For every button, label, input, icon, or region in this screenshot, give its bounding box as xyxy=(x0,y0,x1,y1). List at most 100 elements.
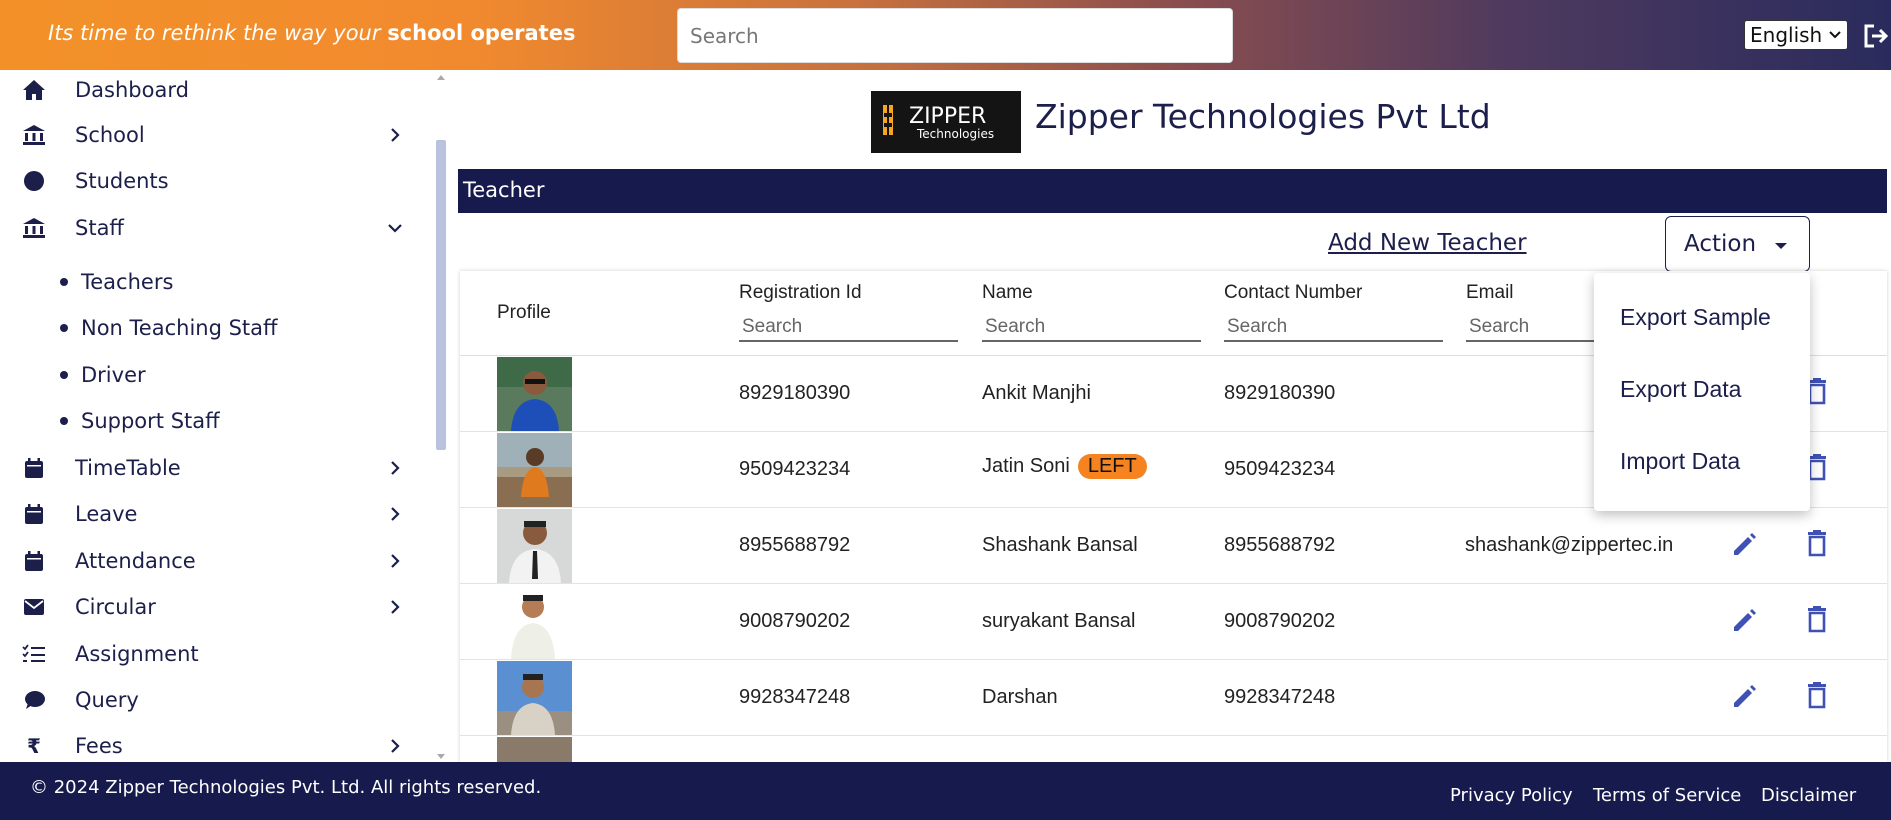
contact-cell: 8955688792 xyxy=(1224,534,1336,556)
sidebar-item-school[interactable]: School xyxy=(0,115,440,155)
sidebar-item-query[interactable]: Query xyxy=(0,680,440,720)
contact-search-input[interactable]: Search xyxy=(1224,310,1443,342)
disclaimer-link[interactable]: Disclaimer xyxy=(1761,785,1856,806)
privacy-policy-link[interactable]: Privacy Policy xyxy=(1450,785,1573,806)
sidebar-item-fees[interactable]: ₹ Fees xyxy=(0,726,440,762)
scrollbar-thumb[interactable] xyxy=(436,140,446,450)
svg-text:ZIPPER: ZIPPER xyxy=(909,104,986,129)
column-header-name: Name xyxy=(982,282,1033,303)
avatar xyxy=(497,585,572,659)
language-value: English xyxy=(1750,23,1823,47)
sidebar-subitem-non-teaching-staff[interactable]: Non Teaching Staff xyxy=(0,308,440,348)
name-cell: suryakant Bansal xyxy=(982,610,1136,632)
table-row[interactable]: 9008790202 suryakant Bansal 9008790202 xyxy=(460,584,1887,660)
calendar-icon xyxy=(22,456,46,480)
status-badge: LEFT xyxy=(1077,454,1147,479)
bank-icon xyxy=(22,123,46,147)
language-select[interactable]: English xyxy=(1744,20,1848,50)
sidebar-item-leave[interactable]: Leave xyxy=(0,494,440,534)
action-button[interactable]: Action xyxy=(1665,216,1810,272)
copyright-text: © 2024 Zipper Technologies Pvt. Ltd. All… xyxy=(30,777,542,798)
sidebar-item-label: Query xyxy=(75,688,139,712)
chevron-down-icon xyxy=(388,224,402,233)
company-title: Zipper Technologies Pvt Ltd xyxy=(1035,97,1491,136)
registration-search-input[interactable]: Search xyxy=(739,310,958,342)
tagline: Its time to rethink the way your school … xyxy=(48,21,576,45)
name-cell: Shashank Bansal xyxy=(982,534,1138,556)
company-logo: ZIPPER Technologies xyxy=(871,91,1021,153)
logout-icon[interactable] xyxy=(1862,22,1890,50)
section-header-bar xyxy=(458,169,1887,213)
add-new-teacher-link[interactable]: Add New Teacher xyxy=(1328,230,1527,256)
column-header-email: Email xyxy=(1466,282,1514,303)
name-cell: Darshan xyxy=(982,686,1058,708)
edit-icon[interactable] xyxy=(1731,608,1757,634)
registration-id-cell: 9509423234 xyxy=(739,458,851,480)
checklist-icon xyxy=(22,642,46,666)
sidebar-item-label: Leave xyxy=(75,502,138,526)
avatar xyxy=(497,357,572,431)
name-cell: Jatin Soni LEFT xyxy=(982,454,1147,479)
sidebar-subitem-driver[interactable]: Driver xyxy=(0,355,440,395)
sidebar-item-circular[interactable]: Circular xyxy=(0,587,440,627)
sidebar-subitem-teachers[interactable]: Teachers xyxy=(0,262,440,302)
menu-item-export-data[interactable]: Export Data xyxy=(1620,376,1741,403)
contact-cell: 9509423234 xyxy=(1224,458,1336,480)
table-row[interactable]: 8955688792 Shashank Bansal 8955688792 sh… xyxy=(460,508,1887,584)
calendar-icon xyxy=(22,549,46,573)
menu-item-import-data[interactable]: Import Data xyxy=(1620,448,1740,475)
sidebar-item-dashboard[interactable]: Dashboard xyxy=(0,70,440,110)
sidebar: Dashboard School Students Staff Teachers… xyxy=(0,70,452,762)
contact-cell: 9008790202 xyxy=(1224,610,1336,632)
table-row[interactable] xyxy=(460,736,1887,762)
action-button-label: Action xyxy=(1684,231,1757,257)
sidebar-item-label: School xyxy=(75,123,145,147)
scroll-up-icon[interactable] xyxy=(437,75,445,80)
chat-icon xyxy=(22,688,46,712)
sidebar-item-label: Students xyxy=(75,169,169,193)
sidebar-item-label: Fees xyxy=(75,734,123,758)
contact-cell: 8929180390 xyxy=(1224,382,1336,404)
chevron-right-icon xyxy=(391,128,400,142)
sidebar-item-students[interactable]: Students xyxy=(0,161,440,201)
delete-icon[interactable] xyxy=(1804,606,1830,634)
edit-icon[interactable] xyxy=(1731,684,1757,710)
registration-id-cell: 8929180390 xyxy=(739,382,851,404)
menu-item-export-sample[interactable]: Export Sample xyxy=(1620,304,1771,331)
table-row[interactable]: 9928347248 Darshan 9928347248 xyxy=(460,660,1887,736)
sidebar-subitem-label: Teachers xyxy=(81,270,174,294)
name-search-input[interactable]: Search xyxy=(982,310,1201,342)
sidebar-item-label: Circular xyxy=(75,595,156,619)
home-icon xyxy=(22,78,46,102)
delete-icon[interactable] xyxy=(1804,682,1830,710)
bullet-icon xyxy=(60,278,68,286)
registration-id-cell: 8955688792 xyxy=(739,534,851,556)
sidebar-item-label: Assignment xyxy=(75,642,199,666)
sidebar-scrollbar[interactable] xyxy=(434,70,448,762)
column-header-registration: Registration Id xyxy=(739,282,862,303)
registration-id-cell: 9008790202 xyxy=(739,610,851,632)
contact-cell: 9928347248 xyxy=(1224,686,1336,708)
terms-of-service-link[interactable]: Terms of Service xyxy=(1593,785,1741,806)
name-text: Jatin Soni xyxy=(982,455,1070,477)
sidebar-item-attendance[interactable]: Attendance xyxy=(0,541,440,581)
email-cell: shashank@zippertec.in xyxy=(1465,534,1674,556)
global-search-input[interactable] xyxy=(677,8,1233,63)
sidebar-item-timetable[interactable]: TimeTable xyxy=(0,448,440,488)
sidebar-item-staff[interactable]: Staff xyxy=(0,208,440,248)
delete-icon[interactable] xyxy=(1804,530,1830,558)
registration-id-cell: 9928347248 xyxy=(739,686,851,708)
edit-icon[interactable] xyxy=(1731,532,1757,558)
rupee-icon: ₹ xyxy=(27,734,41,758)
sidebar-subitem-label: Driver xyxy=(81,363,146,387)
sidebar-subitem-support-staff[interactable]: Support Staff xyxy=(0,401,440,441)
bullet-icon xyxy=(60,417,68,425)
mail-icon xyxy=(22,595,46,619)
avatar xyxy=(497,737,572,762)
sidebar-item-assignment[interactable]: Assignment xyxy=(0,634,440,674)
scroll-down-icon[interactable] xyxy=(437,754,445,759)
action-menu: Export Sample Export Data Import Data xyxy=(1594,273,1810,511)
circle-icon xyxy=(22,169,46,193)
calendar-icon xyxy=(22,502,46,526)
sidebar-item-label: Attendance xyxy=(75,549,196,573)
